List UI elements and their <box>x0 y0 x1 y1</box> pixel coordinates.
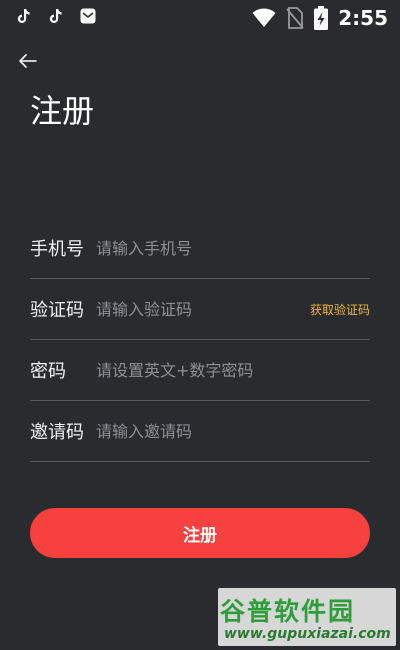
back-button[interactable] <box>18 52 40 70</box>
code-label: 验证码 <box>30 300 84 321</box>
no-sim-icon <box>286 7 304 29</box>
password-input[interactable] <box>96 360 370 380</box>
register-button[interactable]: 注册 <box>30 508 370 558</box>
get-code-button[interactable]: 获取验证码 <box>310 301 370 318</box>
mail-app-icon <box>80 8 96 24</box>
watermark-brand: 谷普软件园 <box>220 597 356 626</box>
tiktok-icon <box>16 8 30 24</box>
phone-label: 手机号 <box>30 239 84 260</box>
watermark-url: www.gupuxiazai.com <box>224 626 391 642</box>
register-form: 手机号 验证码 获取验证码 密码 邀请码 <box>30 218 370 462</box>
password-row: 密码 <box>30 340 370 401</box>
phone-row: 手机号 <box>30 218 370 279</box>
wifi-icon <box>252 8 276 28</box>
password-label: 密码 <box>30 361 66 382</box>
invite-row: 邀请码 <box>30 401 370 462</box>
phone-input[interactable] <box>96 238 370 258</box>
invite-code-input[interactable] <box>96 421 370 441</box>
clock: 2:55 <box>338 6 388 30</box>
watermark: 谷普软件园 www.gupuxiazai.com <box>218 588 396 646</box>
system-icons: 2:55 <box>252 6 388 30</box>
status-bar: 2:55 <box>0 0 400 36</box>
tiktok-icon <box>48 8 62 24</box>
notification-icons <box>16 8 96 24</box>
code-row: 验证码 获取验证码 <box>30 279 370 340</box>
arrow-left-icon <box>18 52 40 70</box>
page-title: 注册 <box>30 92 95 130</box>
invite-label: 邀请码 <box>30 422 84 443</box>
battery-charging-icon <box>314 6 329 30</box>
